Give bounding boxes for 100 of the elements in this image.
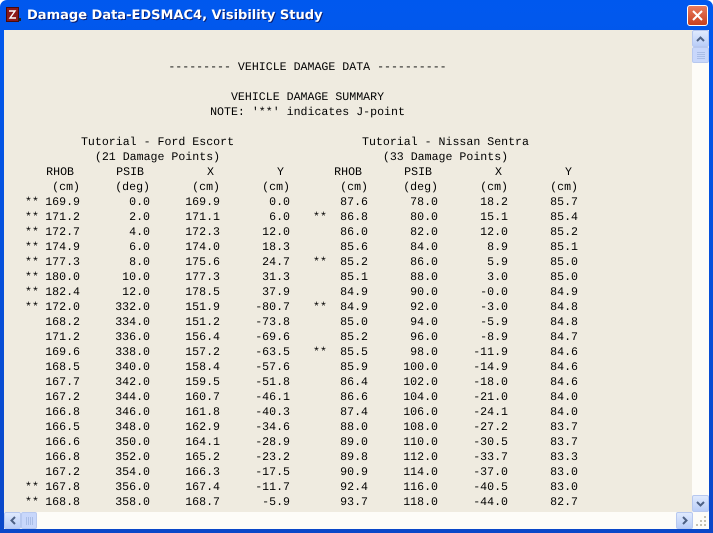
j-point-mark: ** (25, 271, 39, 284)
table-cell-text: 174.0 (184, 240, 220, 255)
table-cell-text: 84.0 (409, 240, 438, 255)
table-cell-text: 93.7 (339, 495, 368, 510)
table-cell-text: -51.8 (254, 375, 290, 390)
table-cell-text: 340.0 (114, 360, 150, 375)
table-cell-text: 156.4 (184, 330, 220, 345)
table-cell: 168.5 (45, 360, 80, 375)
table-cell: 174.9 (45, 240, 80, 255)
table-cell-text: 151.2 (184, 315, 220, 330)
table-cell-text: 352.0 (114, 450, 150, 465)
table-cell-text: 169.9 (184, 195, 220, 210)
table-cell: 169.6 (45, 345, 80, 360)
table-cell-text: 161.8 (184, 405, 220, 420)
table-cell-text: 114.0 (402, 465, 438, 480)
column-header: X (494, 165, 503, 180)
table-cell-text: 12.0 (121, 285, 150, 300)
scrollbar-thumb[interactable] (692, 47, 709, 63)
j-point-mark: ** (25, 286, 39, 299)
table-cell-text: 177.3 (184, 270, 220, 285)
table-cell-text: 6.0 (268, 210, 290, 225)
table-cell-text: 84.6 (549, 375, 578, 390)
table-cell-text: 85.2 (339, 330, 368, 345)
table-cell-text: 85.0 (549, 255, 578, 270)
table-cell-text: 80.0 (409, 210, 438, 225)
table-cell-text: -30.5 (472, 435, 508, 450)
column-header: RHOB (45, 165, 75, 180)
table-cell-text: 84.8 (549, 315, 578, 330)
table-cell-text: 24.7 (261, 255, 290, 270)
table-cell-text: 157.2 (184, 345, 220, 360)
scrollbar-thumb[interactable] (21, 512, 37, 529)
column-header: Y (276, 165, 285, 180)
table-cell-text: 348.0 (114, 420, 150, 435)
table-cell-text: 83.3 (549, 450, 578, 465)
table-cell-text: -11.7 (254, 480, 290, 495)
table-cell: 166.6 (45, 435, 80, 450)
table-cell-text: 2.0 (128, 210, 150, 225)
table-cell: 167.7 (45, 375, 80, 390)
table-cell-text: -33.7 (472, 450, 508, 465)
vehicle-title: Tutorial - Ford Escort (80, 135, 236, 150)
column-unit: (cm) (51, 180, 80, 195)
table-cell: 167.8 (45, 480, 80, 495)
table-cell-text: 5.9 (486, 255, 508, 270)
table-cell-text: 336.0 (114, 330, 150, 345)
table-cell: 166.5 (45, 420, 80, 435)
table-cell-text: 159.5 (184, 375, 220, 390)
table-cell-text: 164.1 (184, 435, 220, 450)
table-cell-text: 86.8 (339, 210, 368, 225)
scroll-left-button[interactable] (4, 512, 21, 529)
table-cell-text: 8.9 (486, 240, 508, 255)
table-cell-text: 90.9 (339, 465, 368, 480)
table-cell-text: 96.0 (409, 330, 438, 345)
table-cell-text: 88.0 (339, 420, 368, 435)
table-cell-text: 165.2 (184, 450, 220, 465)
table-cell-text: 151.9 (184, 300, 220, 315)
table-cell-text: 15.1 (479, 210, 508, 225)
chevron-up-icon (696, 36, 705, 42)
table-cell-text: 85.1 (339, 270, 368, 285)
table-cell-text: 108.0 (402, 420, 438, 435)
table-cell: 180.0 (45, 270, 80, 285)
j-point-mark: ** (25, 196, 39, 209)
table-cell-text: 18.2 (479, 195, 508, 210)
table-cell: 171.2 (45, 210, 80, 225)
table-cell-text: -23.2 (254, 450, 290, 465)
table-cell-text: 178.5 (184, 285, 220, 300)
table-cell-text: 332.0 (114, 300, 150, 315)
window-title: Damage Data-EDSMAC4, Visibility Study (27, 8, 323, 22)
table-cell-text: 84.0 (549, 405, 578, 420)
scroll-up-button[interactable] (692, 30, 709, 47)
scroll-down-button[interactable] (692, 495, 709, 512)
table-cell-text: -8.9 (479, 330, 508, 345)
table-cell-text: -28.9 (254, 435, 290, 450)
table-cell-text: 92.0 (409, 300, 438, 315)
table-cell-text: 100.0 (402, 360, 438, 375)
table-cell-text: -46.1 (254, 390, 290, 405)
table-cell: 172.7 (45, 225, 80, 240)
table-cell-text: 110.0 (402, 435, 438, 450)
table-cell-text: 116.0 (402, 480, 438, 495)
table-cell-text: 8.0 (128, 255, 150, 270)
column-unit: (cm) (479, 180, 508, 195)
table-cell-text: 175.6 (184, 255, 220, 270)
table-cell-text: -40.5 (472, 480, 508, 495)
table-cell-text: 166.3 (184, 465, 220, 480)
table-cell: 167.2 (45, 390, 80, 405)
close-button[interactable] (687, 4, 708, 26)
table-cell-text: 4.0 (128, 225, 150, 240)
table-cell: 168.8 (45, 495, 80, 510)
table-cell: 171.2 (45, 330, 80, 345)
table-cell-text: -24.1 (472, 405, 508, 420)
scroll-right-button[interactable] (676, 512, 693, 529)
table-cell-text: 82.7 (549, 495, 578, 510)
table-cell-text: 84.8 (549, 300, 578, 315)
table-cell-text: 85.2 (339, 255, 368, 270)
table-cell-text: 160.7 (184, 390, 220, 405)
resize-grip-icon[interactable] (695, 514, 707, 526)
table-cell-text: 346.0 (114, 405, 150, 420)
table-cell-text: 356.0 (114, 480, 150, 495)
table-cell-text: 84.7 (549, 330, 578, 345)
table-cell-text: 87.4 (339, 405, 368, 420)
table-cell-text: 37.9 (261, 285, 290, 300)
